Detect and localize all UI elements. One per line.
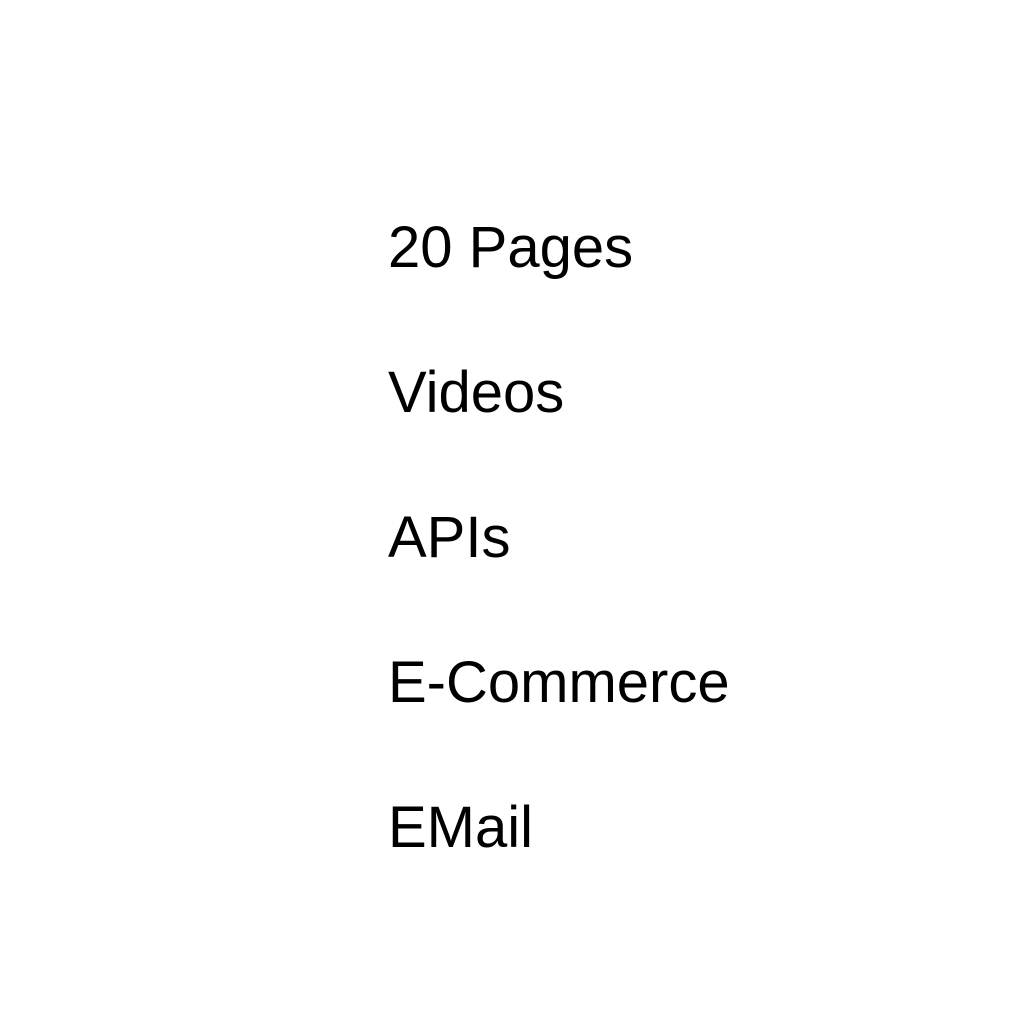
feature-item-email: EMail <box>388 795 534 860</box>
feature-item-pages: 20 Pages <box>388 215 634 280</box>
feature-item-ecommerce: E-Commerce <box>388 650 730 715</box>
feature-list: 20 Pages Videos APIs E-Commerce EMail <box>388 212 730 864</box>
feature-item-videos: Videos <box>388 360 565 425</box>
feature-item-apis: APIs <box>388 505 511 570</box>
